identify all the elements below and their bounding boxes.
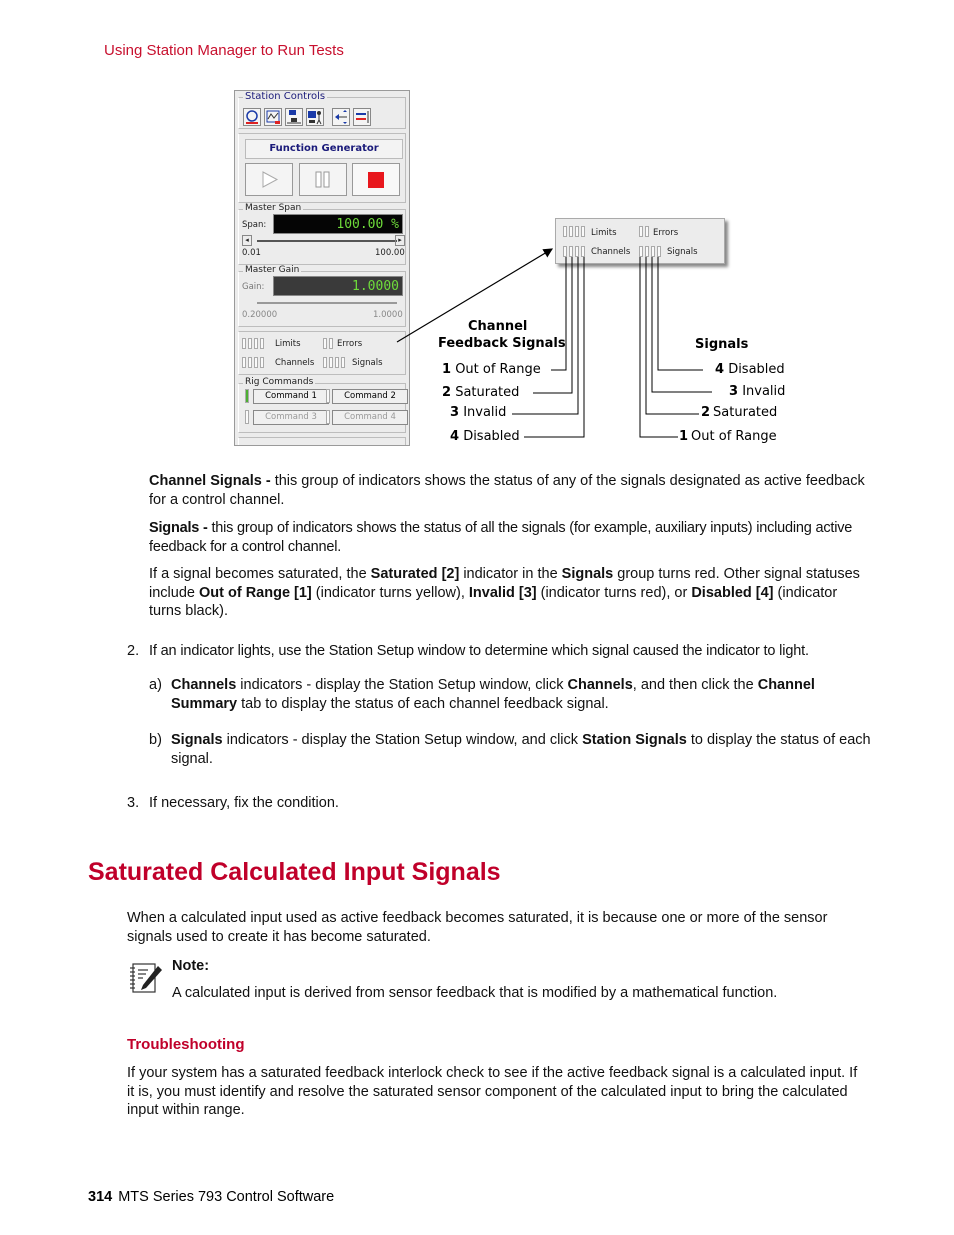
saturated-paragraph: If a signal becomes saturated, the Satur… xyxy=(149,566,860,619)
step-2a-marker: a) xyxy=(149,677,162,693)
channel-feedback-title-1: Channel xyxy=(468,319,528,334)
signals-paragraph: Signals - this group of indicators shows… xyxy=(149,520,853,555)
signals-diagram-title: Signals xyxy=(695,337,749,352)
sig-item-2: 2 Saturated xyxy=(701,405,778,420)
cf-item-2: 2 Saturated xyxy=(442,385,520,400)
note-label: Note: xyxy=(172,958,210,974)
leader-sig-3 xyxy=(651,257,712,393)
channel-signals-paragraph: Channel Signals - this group of indicato… xyxy=(149,473,865,508)
sig-item-4: 4 Disabled xyxy=(715,362,785,377)
step-2b-marker: b) xyxy=(149,732,162,748)
note-pencil-icon xyxy=(128,960,164,996)
section-heading: Saturated Calculated Input Signals xyxy=(88,858,501,886)
troubleshooting-heading: Troubleshooting xyxy=(127,1036,245,1053)
page-footer: 314 MTS Series 793 Control Software xyxy=(88,1189,334,1205)
channel-feedback-title-2: Feedback Signals xyxy=(438,336,566,351)
step-2-number: 2. xyxy=(127,643,140,659)
cf-item-4: 4 Disabled xyxy=(450,429,520,444)
sig-item-1: 1 Out of Range xyxy=(679,429,777,444)
step-3-text: If necessary, fix the condition. xyxy=(149,795,339,811)
page-number: 314 xyxy=(88,1189,113,1205)
step-2b-text: Signals indicators - display the Station… xyxy=(171,732,871,767)
step-2a-text: Channels indicators - display the Statio… xyxy=(171,677,815,712)
sig-item-3: 3 Invalid xyxy=(729,384,786,399)
step-2-text: If an indicator lights, use the Station … xyxy=(149,643,809,659)
leader-cf-1 xyxy=(551,257,567,371)
leader-sig-4 xyxy=(657,257,703,371)
step-3-number: 3. xyxy=(127,795,140,811)
cf-item-1: 1 Out of Range xyxy=(442,362,541,377)
doc-title: MTS Series 793 Control Software xyxy=(118,1189,335,1205)
cf-item-3: 3 Invalid xyxy=(450,405,507,420)
note-text: A calculated input is derived from senso… xyxy=(172,985,778,1001)
section-intro: When a calculated input used as active f… xyxy=(127,910,828,945)
leader-sig-2 xyxy=(645,257,699,415)
troubleshooting-text: If your system has a saturated feedback … xyxy=(127,1065,858,1118)
